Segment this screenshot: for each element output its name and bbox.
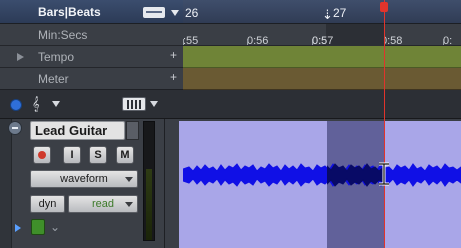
track-view-value: waveform [60,173,108,185]
track-color-swatch[interactable] [126,121,139,140]
tempo-ruler[interactable] [183,46,461,68]
chevron-down-icon[interactable] [171,10,179,16]
min-secs-label: Min:Secs [38,28,88,42]
mute-button[interactable]: M [116,146,134,164]
selection-ruler-highlight [326,24,384,46]
tool-icon[interactable]: 𝄞 [32,97,42,111]
playhead-line [384,0,385,248]
track-level-meter [143,121,155,241]
meter-fill [146,169,152,240]
timeline-toolbar [183,90,461,119]
record-enable-dot-icon[interactable] [10,99,22,111]
record-enable-button[interactable] [33,146,51,164]
add-tempo-button[interactable]: + [170,48,177,62]
bars-beats-ruler-header[interactable]: Bars|Beats [0,0,183,24]
chevron-down-icon [125,177,133,182]
collapse-track-icon[interactable] [8,121,22,135]
track-view-chevron-icon[interactable] [150,101,158,107]
track-strip [0,119,12,248]
track-name-field[interactable]: Lead Guitar [30,121,125,140]
audio-clip[interactable] [165,119,461,248]
i-beam-cursor-icon [379,162,389,186]
tools-row: 𝄞 [0,90,183,119]
automation-mode-selector[interactable]: read [68,195,138,213]
ruler-tick-label: 26 [185,6,199,20]
automation-param-selector[interactable]: dyn [30,195,65,213]
waveform-selected-icon[interactable] [31,219,45,235]
automation-param-value: dyn [38,198,57,210]
tool-menu-chevron-icon[interactable] [52,101,60,107]
track-view-selector[interactable]: waveform [30,170,138,188]
input-monitor-button[interactable]: I [63,146,81,164]
waveform [183,163,461,187]
tempo-ruler-header[interactable]: Tempo + [0,46,183,68]
min-secs-ruler-header[interactable]: Min:Secs [0,24,183,46]
tempo-label: Tempo [38,50,75,64]
add-meter-button[interactable]: + [170,70,177,84]
meter-label: Meter [38,72,69,86]
bars-beats-cursor-icon: ⇣ [322,7,333,22]
expand-triangle-icon[interactable] [17,53,24,61]
ruler-tick-label: 27 [333,6,347,20]
play-arrow-icon[interactable] [15,224,21,232]
ruler-view-icon[interactable] [143,7,165,18]
meter-ruler[interactable] [183,68,461,90]
solo-button[interactable]: S [89,146,107,164]
bars-beats-label: Bars|Beats [38,5,101,19]
chevron-down-icon [125,202,133,207]
tool-icon[interactable]: ⌄ [50,220,60,234]
track-view-icon[interactable] [122,97,146,111]
automation-mode-value: read [91,198,115,210]
meter-ruler-header[interactable]: Meter + [0,68,183,90]
